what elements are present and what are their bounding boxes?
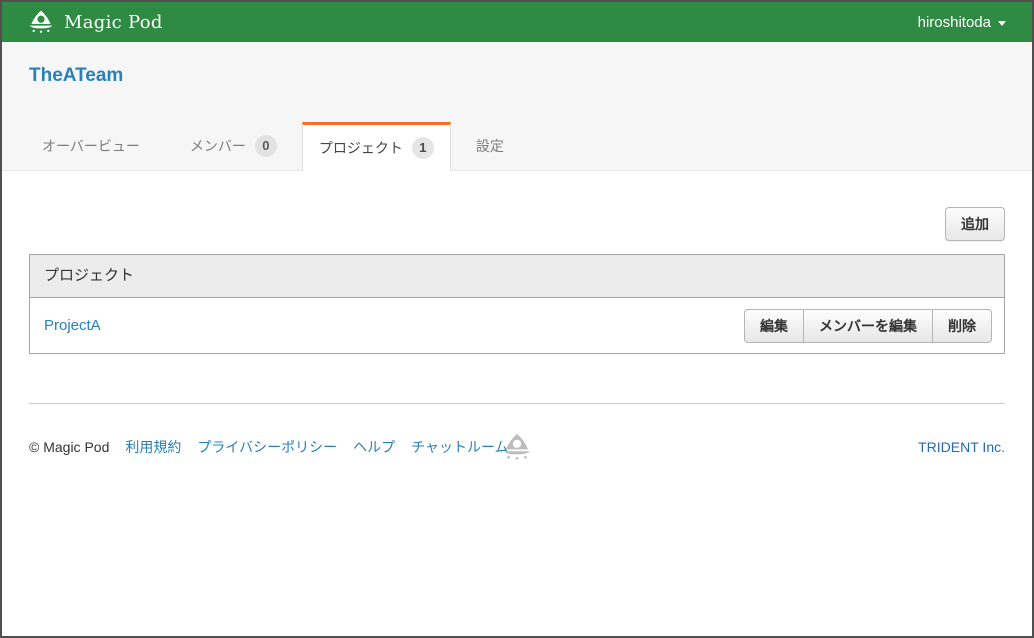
tab-members[interactable]: メンバー 0 <box>165 122 302 170</box>
tab-overview-label: オーバービュー <box>42 136 140 156</box>
privacy-policy-link[interactable]: プライバシーポリシー <box>197 437 337 457</box>
brand-name: Magic Pod <box>64 12 163 33</box>
members-count-badge: 0 <box>255 135 277 157</box>
username: hiroshitoda <box>918 14 991 31</box>
caret-down-icon <box>998 21 1006 26</box>
projects-table: プロジェクト ProjectA 編集 メンバーを編集 削除 <box>29 254 1005 354</box>
tab-projects-label: プロジェクト <box>319 138 403 158</box>
project-link[interactable]: ProjectA <box>44 317 101 334</box>
trident-company-link[interactable]: TRIDENT Inc. <box>918 439 1005 455</box>
main-content: 追加 プロジェクト ProjectA 編集 メンバーを編集 削除 © Magic… <box>2 207 1032 457</box>
tab-overview[interactable]: オーバービュー <box>17 122 165 170</box>
user-menu-dropdown[interactable]: hiroshitoda <box>918 14 1006 31</box>
magic-pod-team-page: Magic Pod hiroshitoda TheATeam オーバービュー メ… <box>0 0 1034 638</box>
footer-divider <box>29 403 1005 404</box>
tab-bar: オーバービュー メンバー 0 プロジェクト 1 設定 <box>2 122 1032 170</box>
delete-button[interactable]: 削除 <box>932 309 992 343</box>
team-title: TheATeam <box>2 42 1032 87</box>
project-row: ProjectA 編集 メンバーを編集 削除 <box>30 298 1004 353</box>
tab-settings[interactable]: 設定 <box>451 122 529 170</box>
tab-members-label: メンバー <box>190 136 246 156</box>
edit-members-button[interactable]: メンバーを編集 <box>803 309 933 343</box>
edit-button[interactable]: 編集 <box>744 309 804 343</box>
footer: © Magic Pod 利用規約 プライバシーポリシー ヘルプ チャットルーム … <box>29 437 1005 457</box>
footer-links: © Magic Pod 利用規約 プライバシーポリシー ヘルプ チャットルーム <box>29 437 509 457</box>
projects-count-badge: 1 <box>412 137 434 159</box>
toolbar: 追加 <box>29 207 1005 241</box>
tab-settings-label: 設定 <box>476 136 504 156</box>
tab-projects[interactable]: プロジェクト 1 <box>302 122 451 171</box>
brand-link[interactable]: Magic Pod <box>28 9 163 35</box>
help-link[interactable]: ヘルプ <box>353 437 395 457</box>
navbar: Magic Pod hiroshitoda <box>2 2 1032 42</box>
magic-pod-logo-icon <box>28 9 54 35</box>
chat-room-link[interactable]: チャットルーム <box>411 437 508 457</box>
terms-link[interactable]: 利用規約 <box>125 437 181 457</box>
subheader: TheATeam オーバービュー メンバー 0 プロジェクト 1 設定 <box>2 42 1032 171</box>
footer-magic-pod-logo-icon <box>502 432 532 462</box>
project-actions: 編集 メンバーを編集 削除 <box>744 309 992 343</box>
copyright-text: © Magic Pod <box>29 439 109 455</box>
add-project-button[interactable]: 追加 <box>945 207 1005 241</box>
projects-table-header: プロジェクト <box>30 255 1004 298</box>
